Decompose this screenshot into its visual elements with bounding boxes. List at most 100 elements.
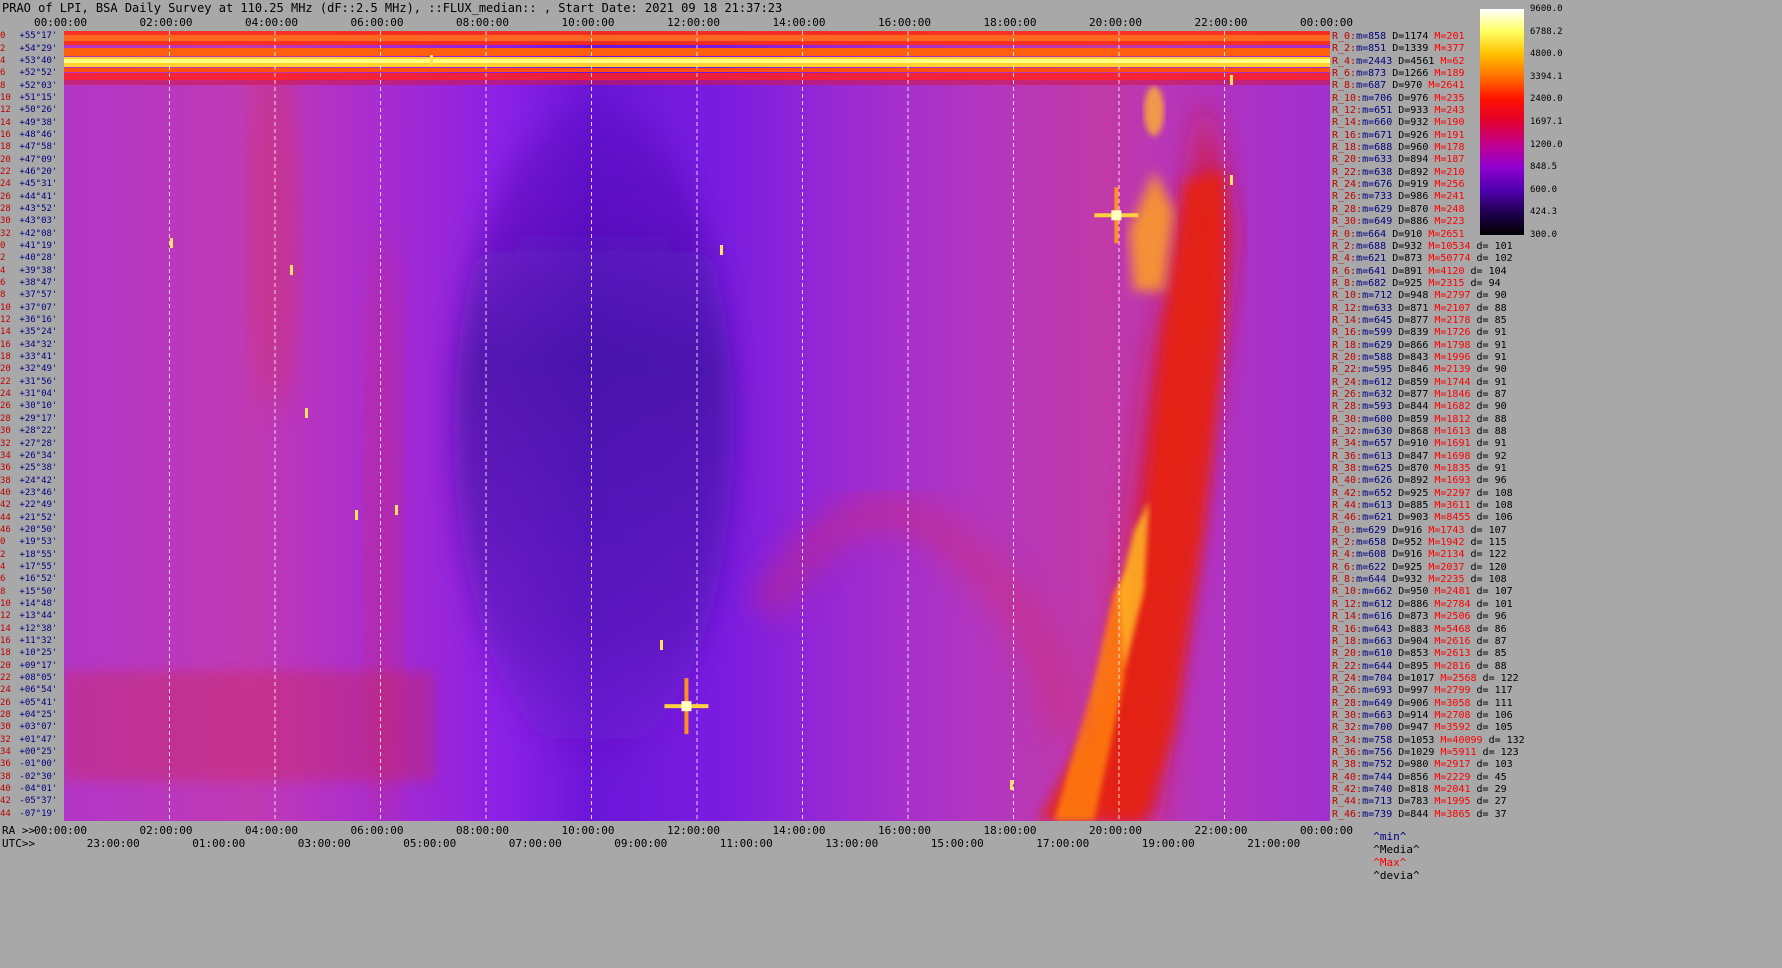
dec-label: 4 +53°40' — [0, 56, 57, 66]
dec-label: 8 +52°03' — [0, 81, 57, 91]
declination-axis: 0 +55°17' 2 +54°29' 4 +53°40' 6 +52°52' 8 +5… — [0, 31, 64, 821]
colorbar-tick-1: 6788.2 — [1530, 26, 1563, 37]
stat-max: M=2917 — [1428, 759, 1471, 771]
stat-ring: R_32: — [1332, 722, 1363, 734]
stat-row: R_30:m=600 D=859 M=1812 d= 88 — [1332, 414, 1507, 425]
stat-row: R_42:m=652 D=925 M=2297 d= 108 — [1332, 487, 1513, 499]
stat-devia: d= 123 — [1476, 746, 1519, 758]
stat-ring: R_26: — [1332, 191, 1363, 203]
stat-max: M=1693 — [1428, 475, 1471, 487]
stat-median: D=866 — [1392, 339, 1429, 351]
stat-median: D=844 — [1392, 401, 1429, 413]
stat-row: R_38:m=752 D=980 M=2917 d= 103 — [1332, 760, 1513, 770]
stat-min: m=641 — [1356, 265, 1387, 277]
stat-row: R_12:m=633 D=871 M=2107 d= 88 — [1332, 302, 1507, 314]
stat-max: M=2816 — [1428, 660, 1471, 672]
utc-prefix: UTC>> — [2, 837, 36, 850]
stat-row: R_24:m=704 D=1017 M=2568 d= 122 — [1332, 672, 1519, 684]
stat-ring: R_20: — [1332, 154, 1363, 166]
dec-value: +34°32' — [14, 339, 58, 350]
stat-max: M=235 — [1428, 92, 1465, 104]
stat-ring: R_2: — [1332, 537, 1357, 549]
dec-label: 14 +35°24' — [0, 328, 57, 337]
top-tick-9: 18:00:00 — [983, 16, 1037, 29]
ra-tick-7: 14:00:00 — [772, 824, 826, 837]
dec-index: 32 — [0, 228, 11, 239]
top-tick-4: 08:00:00 — [456, 16, 509, 29]
colorbar-tick-6: 1200.0 — [1530, 139, 1563, 150]
dec-index: 4 — [0, 561, 6, 572]
stat-max: M=210 — [1428, 166, 1465, 178]
stat-row: R_34:m=758 D=1053 M=40099 d= 132 — [1332, 735, 1525, 746]
stat-min: m=682 — [1356, 277, 1387, 289]
stat-ring: R_8: — [1332, 277, 1357, 289]
stat-row: R_12:m=612 D=886 M=2784 d= 101 — [1332, 599, 1513, 610]
stat-ring: R_26: — [1332, 685, 1363, 697]
stat-ring: R_10: — [1332, 92, 1363, 104]
dec-label: 34 +00°25' — [0, 748, 57, 757]
dec-index: 24 — [0, 685, 11, 696]
stat-devia: d= 102 — [1470, 253, 1513, 265]
ra-tick-12: 00:00:00 — [1300, 824, 1353, 837]
stat-max: M=248 — [1428, 203, 1465, 215]
colorbar-tick-0: 9600.0 — [1530, 4, 1563, 14]
stat-median: D=952 — [1386, 537, 1423, 549]
dec-value: +31°56' — [14, 376, 58, 387]
stat-devia: d= 122 — [1476, 672, 1519, 684]
stat-median: D=932 — [1386, 240, 1423, 252]
stat-median: D=916 — [1386, 524, 1423, 536]
stat-ring: R_2: — [1332, 43, 1357, 55]
stat-max: M=2229 — [1428, 771, 1471, 783]
stat-min: m=663 — [1362, 709, 1393, 721]
utc-tick-1: 01:00:00 — [192, 837, 246, 850]
dec-value: +46°20' — [14, 166, 58, 177]
dec-index: 32 — [0, 734, 11, 745]
stat-min: m=629 — [1362, 203, 1393, 215]
stat-min: m=633 — [1362, 154, 1393, 166]
top-tick-1: 02:00:00 — [139, 16, 193, 29]
stat-max: M=2568 — [1434, 672, 1477, 684]
utc-tick-3: 05:00:00 — [403, 837, 457, 850]
ra-tick-4: 08:00:00 — [456, 824, 509, 837]
stat-devia: d= 107 — [1470, 586, 1513, 598]
speckle-7 — [1230, 75, 1233, 85]
stat-median: D=892 — [1392, 166, 1429, 178]
ra-tick-1: 02:00:00 — [139, 824, 193, 837]
stat-ring: R_18: — [1332, 142, 1363, 154]
dec-label: 22 +31°56' — [0, 377, 57, 387]
stat-max: M=2041 — [1428, 783, 1471, 795]
speckle-3 — [355, 510, 358, 520]
dec-value: +50°26' — [14, 105, 58, 116]
dec-label: 0 +41°19' — [0, 242, 57, 251]
stat-row: R_22:m=638 D=892 M=210 — [1332, 166, 1465, 178]
dec-value: +12°38' — [14, 623, 58, 634]
stat-max: M=256 — [1428, 179, 1465, 191]
stat-devia: d= 101 — [1470, 240, 1513, 252]
dec-value: +39°38' — [14, 265, 58, 276]
dec-index: 12 — [0, 105, 11, 116]
dec-index: 2 — [0, 549, 6, 560]
stat-row: R_16:m=599 D=839 M=1726 d= 91 — [1332, 328, 1507, 338]
speckle-4 — [395, 505, 398, 515]
stat-devia: d= 88 — [1470, 302, 1507, 314]
dec-index: 24 — [0, 389, 11, 400]
stat-ring: R_28: — [1332, 697, 1363, 709]
stat-ring: R_42: — [1332, 487, 1363, 499]
stat-row: R_16:m=671 D=926 M=191 — [1332, 130, 1464, 141]
dec-value: +04°25' — [14, 710, 58, 721]
dec-index: 40 — [0, 784, 11, 795]
stat-min: m=652 — [1362, 487, 1393, 499]
dec-value: +08°05' — [14, 673, 58, 684]
dec-value: -05°37' — [14, 796, 58, 807]
stat-row: R_20:m=610 D=853 M=2613 d= 85 — [1332, 649, 1507, 659]
stat-row: R_6:m=622 D=925 M=2037 d= 120 — [1332, 562, 1507, 573]
stat-row: R_6:m=641 D=891 M=4120 d= 104 — [1332, 265, 1507, 277]
top-tick-12: 00:00:00 — [1300, 16, 1353, 29]
dec-label: 16 +11°32' — [0, 637, 57, 646]
stat-max: M=1996 — [1428, 351, 1471, 363]
stat-row: R_2:m=658 D=952 M=1942 d= 115 — [1332, 538, 1507, 548]
stat-median: D=847 — [1392, 450, 1429, 462]
stat-min: m=873 — [1356, 68, 1387, 80]
stat-median: D=925 — [1392, 487, 1429, 499]
stat-devia: d= 91 — [1470, 376, 1507, 388]
